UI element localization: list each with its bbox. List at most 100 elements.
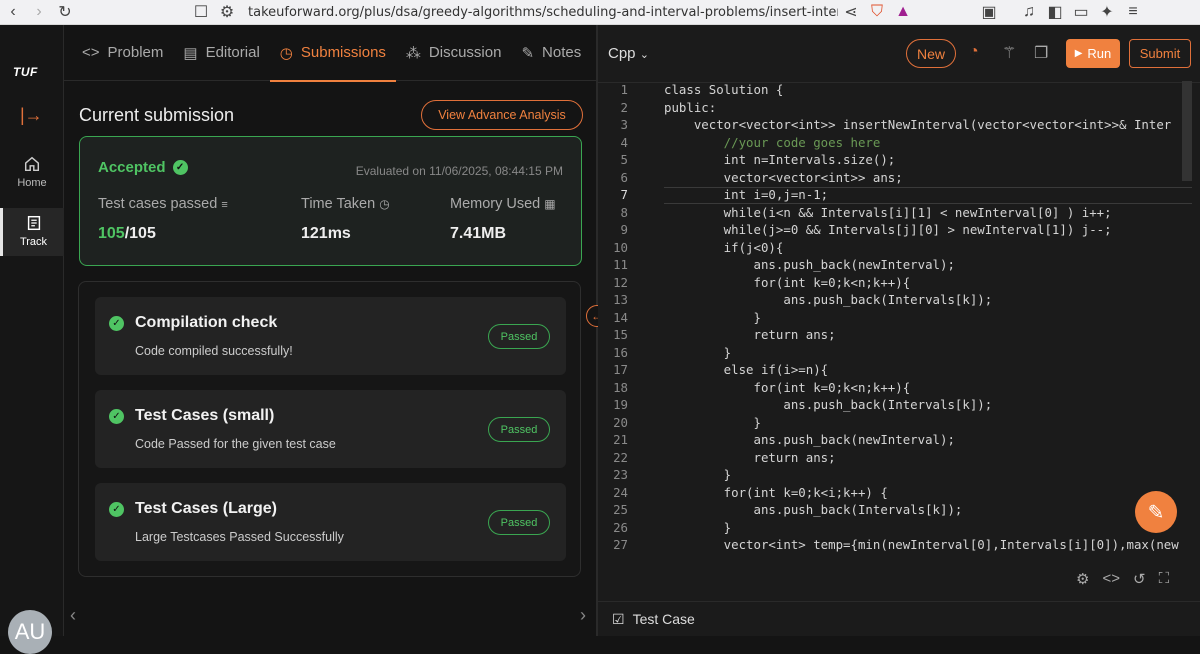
status-badge: Accepted ✓ [98, 159, 188, 176]
tab-discussion[interactable]: ⁂ Discussion [396, 25, 512, 81]
history-icon[interactable]: ↺ [1133, 570, 1146, 588]
magic-wand-icon[interactable]: ⚚ [1002, 43, 1016, 63]
forward-icon[interactable]: › [26, 0, 52, 25]
view-advance-analysis-button[interactable]: View Advance Analysis [421, 100, 583, 130]
tests-value: 105/105 [98, 225, 156, 243]
code-line: while(i<n && Intervals[i][1] < newInterv… [664, 204, 1112, 220]
rail-home-label: Home [17, 177, 47, 189]
line-number: 24 [613, 484, 628, 500]
code-line: while(j>=0 && Intervals[j][0] > newInter… [664, 222, 1112, 237]
reload-icon[interactable]: ↻ [52, 0, 78, 25]
check-circle-icon: ✓ [109, 502, 124, 517]
avatar[interactable]: AU [8, 610, 52, 654]
memory-label: Memory Used ▦ [450, 196, 556, 212]
copy-icon[interactable]: ❐ [1034, 43, 1048, 63]
check-desc: Large Testcases Passed Successfully [135, 530, 344, 544]
submit-button[interactable]: Submit [1129, 39, 1191, 68]
code-brackets-icon: <> [82, 44, 100, 61]
line-number: 6 [620, 169, 628, 185]
tab-problem[interactable]: <> Problem [72, 25, 173, 81]
brave-shield-icon[interactable]: ⛉ [864, 0, 890, 25]
code-line: //your code goes here [664, 134, 881, 150]
scrollbar[interactable] [1182, 81, 1192, 181]
browser-toolbar: ‹ › ↻ ☐ ⚙ takeuforward.org/plus/dsa/gree… [0, 0, 1200, 25]
chevron-right-icon[interactable]: › [580, 605, 586, 626]
tuf-logo[interactable]: TUF [13, 65, 38, 79]
rail-item-track[interactable]: Track [0, 208, 64, 256]
timer-icon[interactable]: ◔ [969, 43, 979, 61]
editor-toolbar: Cpp ⌄ New ◔ ⚚ ❐ ▶ Run Submit [598, 25, 1200, 83]
share-icon[interactable]: ⋖ [838, 0, 864, 25]
tab-label: Discussion [428, 44, 502, 61]
page-title: Current submission [79, 105, 235, 125]
wallet-icon[interactable]: ▭ [1068, 0, 1094, 25]
feedback-icon[interactable]: ✎ [1135, 491, 1177, 533]
line-number: 10 [613, 239, 628, 255]
code-line: for(int k=0;k<n;k++){ [664, 379, 911, 395]
new-button[interactable]: New [906, 39, 956, 68]
gear-icon[interactable]: ⚙ [1076, 570, 1089, 588]
home-icon [24, 156, 40, 172]
check-circle-icon: ✓ [109, 316, 124, 331]
tab-label: Submissions [300, 44, 386, 61]
line-number: 13 [613, 292, 628, 307]
leo-ai-icon[interactable]: ✦ [1094, 0, 1120, 25]
tab-notes[interactable]: ✎ Notes [511, 25, 591, 81]
line-number: 1 [620, 82, 628, 97]
bookmark-icon[interactable]: ☐ [188, 0, 214, 25]
check-title: Compilation check [135, 314, 278, 331]
track-icon [27, 215, 40, 231]
sidebar-icon[interactable]: ◧ [1042, 0, 1068, 25]
check-title: Test Cases (small) [135, 407, 275, 424]
code-brackets-icon[interactable]: <> [1102, 570, 1120, 588]
checks-list: ✓ Compilation check Code compiled succes… [78, 281, 581, 577]
tests-label: Test cases passed ≡ [98, 196, 228, 212]
code-line: ans.push_back(newInterval); [664, 257, 955, 272]
code-line: } [664, 344, 732, 360]
line-number: 8 [620, 204, 628, 220]
line-number: 22 [613, 449, 628, 465]
line-number: 25 [613, 502, 628, 517]
check-title: Test Cases (Large) [135, 500, 277, 517]
chevron-left-icon[interactable]: ‹ [70, 605, 76, 626]
screenshot-icon[interactable]: ▣ [976, 0, 1002, 25]
line-number: 17 [613, 362, 628, 377]
time-value: 121ms [301, 225, 351, 242]
brave-rewards-icon[interactable]: ▲ [890, 0, 916, 25]
line-number: 11 [613, 257, 628, 272]
clock-icon: ◷ [279, 44, 293, 62]
list-item: ✓ Test Cases (small) Code Passed for the… [95, 390, 566, 468]
line-number: 16 [613, 344, 628, 360]
test-case-label: Test Case [632, 611, 695, 627]
tab-label: Notes [542, 44, 582, 61]
check-circle-icon: ✓ [109, 409, 124, 424]
note-icon: ✎ [521, 44, 535, 62]
fullscreen-icon[interactable]: ⛶ [1159, 570, 1170, 588]
problem-tabs: <> Problem ▤ Editorial ◷ Submissions ⁂ Discu… [64, 25, 596, 82]
expand-sidebar-icon[interactable]: |→ [20, 105, 43, 126]
status-badge: Passed [488, 510, 550, 535]
tab-editorial[interactable]: ▤ Editorial [173, 25, 269, 81]
music-icon[interactable]: ♫ [1016, 0, 1042, 25]
language-select[interactable]: Cpp ⌄ [608, 45, 649, 62]
code-area[interactable]: 1 class Solution {2 public: 3 vector<vector… [598, 81, 1192, 581]
status-badge: Passed [488, 324, 550, 349]
tests-total: /105 [124, 225, 156, 242]
tab-label: Problem [107, 44, 164, 61]
code-line: for(int k=0;k<n;k++){ [664, 274, 911, 290]
back-icon[interactable]: ‹ [0, 0, 26, 25]
code-line: ans.push_back(Intervals[k]); [664, 292, 993, 307]
rail-track-label: Track [19, 236, 48, 248]
result-card: Accepted ✓ Evaluated on 11/06/2025, 08:44… [79, 136, 582, 266]
run-button[interactable]: ▶ Run [1066, 39, 1120, 68]
test-case-bar[interactable]: ☑ Test Case [598, 601, 1200, 636]
tab-submissions[interactable]: ◷ Submissions [269, 25, 397, 82]
code-line: } [664, 414, 761, 430]
menu-icon[interactable]: ≡ [1120, 0, 1146, 25]
rail-item-home[interactable]: Home [0, 155, 64, 189]
line-number: 9 [620, 222, 628, 237]
code-line: class Solution { [664, 82, 784, 97]
address-bar[interactable]: takeuforward.org/plus/dsa/greedy-algorit… [248, 5, 838, 20]
editor-bottom-tools: ⚙ <> ↺ ⛶ [1076, 570, 1169, 588]
site-info-icon[interactable]: ⚙ [214, 0, 240, 25]
